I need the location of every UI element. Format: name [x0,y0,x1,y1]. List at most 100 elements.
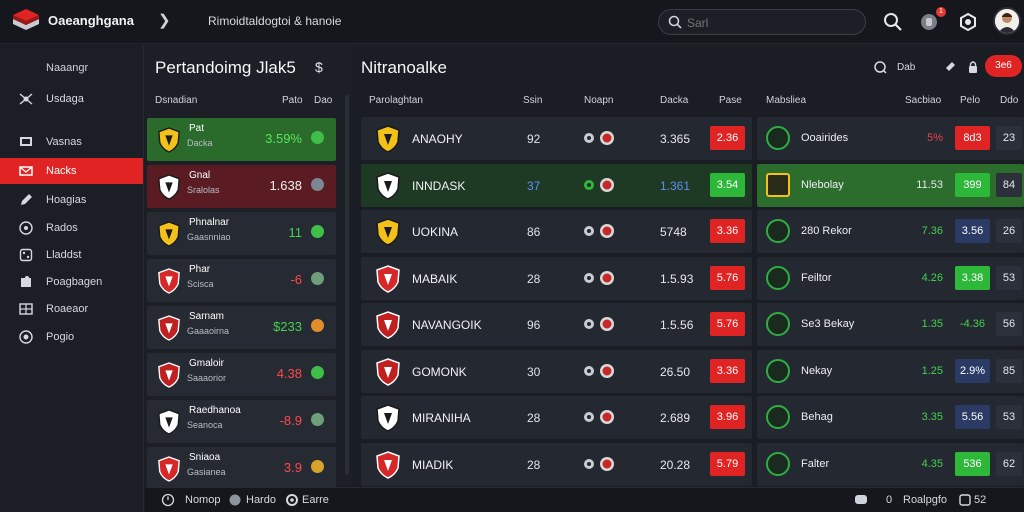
status-dot-icon[interactable] [311,225,324,238]
search-icon[interactable] [882,11,904,33]
table-row[interactable]: MIRANIHA 28 2.689 3.96 [361,396,752,439]
table-row[interactable]: Se3 Bekay 1.35 -4.36 56 [757,303,1024,346]
circle-icon[interactable] [228,493,242,507]
count-button[interactable]: 84 [996,172,1022,197]
scrollbar[interactable] [345,95,349,475]
refresh-icon[interactable] [872,59,888,75]
bet-button[interactable]: 3.36 [710,219,745,243]
breadcrumb[interactable]: Rimoidtaldogtoi & hanoie [208,14,341,28]
nav-item-vasnas[interactable]: Vasnas [0,129,143,155]
table-row[interactable]: 280 Rekor 7.36 3.56 26 [757,210,1024,253]
standings-card[interactable]: Gnal Sralolas 1.638 [147,165,336,208]
odds-button[interactable]: 536 [955,451,990,476]
table-row[interactable]: MABAIK 28 1.5.93 5.76 [361,256,752,300]
column-header[interactable]: Dacka [660,95,688,106]
column-header[interactable]: Parolaghtan [369,95,423,106]
bet-button[interactable]: 5.79 [710,451,745,476]
search-input[interactable] [687,14,857,32]
count-button[interactable]: 53 [996,265,1022,290]
table-row[interactable]: Behag 3.35 5.56 53 [757,396,1024,439]
count-button[interactable]: 62 [996,451,1022,476]
standings-card[interactable]: Gmaloir Saaaorior 4.38 [147,353,336,396]
lock-icon[interactable] [965,59,981,75]
odds-button[interactable]: -4.36 [955,312,990,336]
status-dot-icon[interactable] [311,178,324,191]
table-row[interactable]: INNDASK 37 1.361 3.54 [361,163,752,207]
nav-item-lladdst[interactable]: Lladdst [0,242,143,268]
column-header[interactable]: Dsnadian [155,95,197,106]
logo-icon[interactable] [12,8,40,34]
notification-icon[interactable] [943,59,959,75]
status-dot-icon[interactable] [311,366,324,379]
column-header[interactable]: Pelo [960,95,980,106]
bet-button[interactable]: 3.96 [710,405,745,429]
nav-item-rados[interactable]: Rados [0,215,143,241]
standings-card[interactable]: Raedhanoa Seanoca -8.9 [147,400,336,443]
footer-link[interactable]: Nomop [185,494,220,506]
count-button[interactable]: 56 [996,312,1022,336]
count-button[interactable]: 85 [996,358,1022,383]
bet-button[interactable]: 2.36 [710,126,745,150]
nav-item-poagbagen[interactable]: Poagbagen [0,269,143,295]
search-box[interactable] [658,9,866,35]
column-header[interactable]: Mabsliea [766,95,806,106]
table-row[interactable]: MIADIK 28 20.28 5.79 [361,442,752,486]
odds-button[interactable]: 3.38 [955,265,990,290]
status-dot-icon[interactable] [311,272,324,285]
footer-link[interactable]: Hardo [246,494,276,506]
table-row[interactable]: Feiltor 4.26 3.38 53 [757,256,1024,300]
chat-icon[interactable] [854,493,868,507]
status-dot-icon[interactable] [311,413,324,426]
table-row[interactable]: NAVANGOIK 96 1.5.56 5.76 [361,303,752,346]
action-label[interactable]: Dab [897,62,915,73]
table-row[interactable]: Falter 4.35 536 62 [757,442,1024,486]
odds-button[interactable]: 5.56 [955,405,990,429]
odds-button[interactable]: 8d3 [955,126,990,150]
odds-button[interactable]: 3.56 [955,219,990,243]
nav-item-pogio[interactable]: Pogio [0,324,143,350]
status-dot-icon[interactable] [311,131,324,144]
column-header[interactable]: Dao [314,95,332,106]
nav-item-nacks[interactable]: Nacks [0,158,143,184]
count-button[interactable]: 26 [996,219,1022,243]
avatar[interactable] [993,7,1021,35]
column-header[interactable]: Pato [282,95,303,106]
column-header[interactable]: Sacbiao [905,95,941,106]
standings-card[interactable]: Phnalnar Gaasnniao 11 [147,212,336,255]
table-row[interactable]: GOMONK 30 26.50 3.36 [361,349,752,393]
standings-card[interactable]: Sarnam Gaaaoirna $233 [147,306,336,349]
status-dot-icon[interactable] [311,460,324,473]
chevron-right-icon[interactable]: ❯ [158,11,171,29]
standings-card[interactable]: Sniaoa Gasianea 3.9 [147,447,336,490]
currency-toggle[interactable]: $ [315,59,323,75]
gear-icon[interactable] [285,493,299,507]
count-button[interactable]: 23 [996,126,1022,150]
live-badge-button[interactable]: 3e6 [985,55,1022,77]
column-header[interactable]: Ssin [523,95,542,106]
table-row[interactable]: UOKINA 86 5748 3.36 [361,210,752,253]
bet-button[interactable]: 3.36 [710,358,745,383]
odds-button[interactable]: 399 [955,172,990,197]
table-row[interactable]: ANAOHY 92 3.365 2.36 [361,117,752,160]
bet-button[interactable]: 5.76 [710,312,745,336]
count-button[interactable]: 53 [996,405,1022,429]
settings-icon[interactable] [957,11,979,33]
table-row[interactable]: Nekay 1.25 2.9% 85 [757,349,1024,393]
nav-item-usdaga[interactable]: Usdaga [0,86,143,112]
bet-button[interactable]: 5.76 [710,265,745,290]
footer-link[interactable]: Roalpgfo [903,494,947,506]
table-row[interactable]: Nlebolay 11.53 399 84 [757,163,1024,207]
nav-item-roaeaor[interactable]: Roaeaor [0,296,143,322]
standings-card[interactable]: Pat Dacka 3.59% [147,118,336,161]
standings-card[interactable]: Phar Scisca -6 [147,259,336,302]
status-dot-icon[interactable] [311,319,324,332]
layers-icon[interactable] [958,493,972,507]
odds-button[interactable]: 2.9% [955,358,990,383]
bet-button[interactable]: 3.54 [710,172,745,197]
column-header[interactable]: Noapn [584,95,613,106]
nav-item-hoagias[interactable]: Hoagias [0,187,143,213]
column-header[interactable]: Ddo [1000,95,1018,106]
footer-link[interactable]: Earre [302,494,329,506]
column-header[interactable]: Pase [719,95,742,106]
table-row[interactable]: Ooairides 5% 8d3 23 [757,117,1024,160]
